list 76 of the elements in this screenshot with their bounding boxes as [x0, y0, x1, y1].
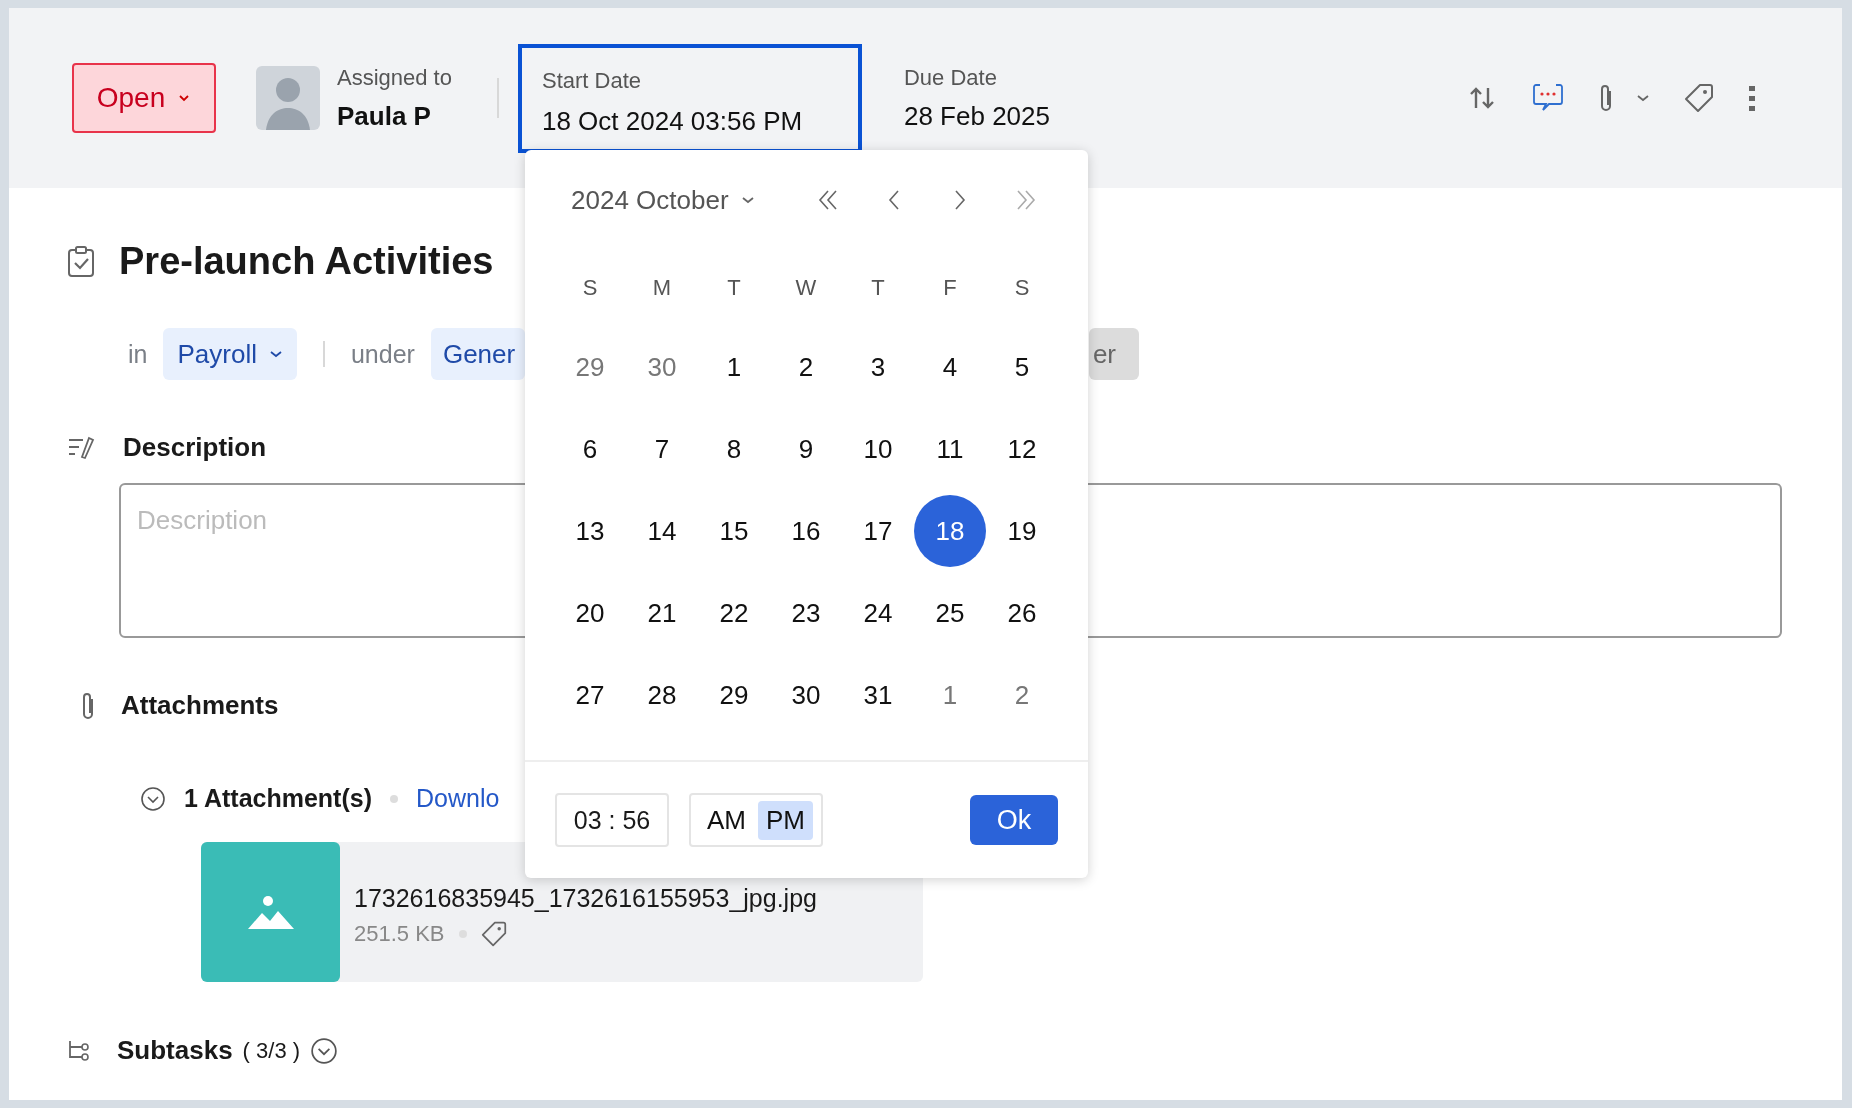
collapse-icon[interactable] [140, 785, 166, 812]
calendar-day[interactable]: 30 [626, 331, 698, 403]
calendar-day[interactable]: 1 [698, 331, 770, 403]
calendar-day[interactable]: 11 [914, 413, 986, 485]
subtasks-label: Subtasks [117, 1035, 233, 1066]
due-date-label: Due Date [903, 64, 998, 91]
weekday-label: S [1013, 274, 1031, 302]
status-dropdown[interactable]: Open [72, 63, 216, 133]
comment-icon[interactable] [1532, 83, 1564, 113]
under-label: under [350, 339, 415, 369]
chevron-down-icon [268, 349, 283, 359]
calendar-day[interactable]: 8 [698, 413, 770, 485]
subtasks-icon [67, 1038, 91, 1063]
calendar-day[interactable]: 31 [842, 659, 914, 731]
month-dropdown[interactable]: 2024 October [553, 184, 755, 216]
calendar-day[interactable]: 17 [842, 495, 914, 567]
calendar-day[interactable]: 13 [554, 495, 626, 567]
weekday-label: T [870, 274, 886, 302]
task-title: Pre-launch Activities [119, 240, 494, 283]
assignee-name: Paula P [337, 100, 432, 132]
expand-icon[interactable] [310, 1036, 339, 1065]
description-label: Description [123, 432, 267, 463]
calendar-day[interactable]: 29 [698, 659, 770, 731]
calendar-day[interactable]: 2 [986, 659, 1058, 731]
clipboard-check-icon [67, 245, 95, 278]
in-label: in [128, 339, 148, 369]
calendar-day[interactable]: 9 [770, 413, 842, 485]
time-field[interactable]: 03 : 56 [555, 793, 669, 847]
attachments-label: Attachments [121, 690, 279, 721]
calendar-day[interactable]: 19 [986, 495, 1058, 567]
weekday-label: F [942, 274, 958, 302]
calendar-day[interactable]: 7 [626, 413, 698, 485]
weekday-label: M [651, 274, 673, 302]
calendar-day[interactable]: 16 [770, 495, 842, 567]
attachment-count: 1 Attachment(s) [184, 784, 372, 813]
chevron-down-icon[interactable] [1636, 93, 1650, 103]
tag-icon[interactable] [1684, 83, 1714, 113]
file-size: 251.5 KB [354, 921, 445, 947]
calendar-day[interactable]: 10 [842, 413, 914, 485]
calendar-day[interactable]: 6 [554, 413, 626, 485]
image-icon [247, 895, 294, 929]
double-chevron-left-icon[interactable] [816, 188, 840, 212]
tag-icon[interactable] [480, 921, 507, 947]
calendar-day[interactable]: 12 [986, 413, 1058, 485]
calendar-day[interactable]: 14 [626, 495, 698, 567]
calendar-day[interactable]: 5 [986, 331, 1058, 403]
calendar-day[interactable]: 29 [554, 331, 626, 403]
description-edit-icon [67, 434, 97, 461]
file-name: 1732616835945_1732616155953_jpg.jpg [354, 884, 817, 913]
chevron-down-icon [177, 93, 192, 103]
calendar-day[interactable]: 4 [914, 331, 986, 403]
weekday-label: W [794, 274, 818, 302]
calendar-day[interactable]: 30 [770, 659, 842, 731]
avatar [256, 66, 320, 130]
calendar-day[interactable]: 15 [698, 495, 770, 567]
calendar-day[interactable]: 2 [770, 331, 842, 403]
project-dropdown[interactable]: Payroll [163, 328, 297, 380]
calendar-day[interactable]: 1 [914, 659, 986, 731]
meridiem-toggle[interactable]: PM [758, 800, 813, 840]
calendar-day[interactable]: 3 [842, 331, 914, 403]
calendar-day[interactable]: 18 [914, 495, 986, 567]
calendar-day[interactable]: 28 [626, 659, 698, 731]
ok-button[interactable]: Ok [970, 795, 1058, 845]
chevron-down-icon [740, 195, 755, 205]
weekday-label: T [726, 274, 742, 302]
separator-dot [390, 794, 398, 803]
assignee-label: Assigned to [337, 64, 452, 91]
meridiem-toggle[interactable]: AM [699, 800, 754, 840]
due-date-value: 28 Feb 2025 [903, 100, 1050, 132]
calendar-day[interactable]: 27 [554, 659, 626, 731]
more-icon[interactable] [1748, 85, 1756, 111]
list-dropdown[interactable]: Gener [430, 328, 525, 380]
download-link[interactable]: Downlo [416, 784, 500, 813]
weekday-label: S [581, 274, 599, 302]
tag-chip[interactable]: er [1088, 328, 1139, 380]
subtasks-count: ( 3/3 ) [242, 1037, 301, 1064]
